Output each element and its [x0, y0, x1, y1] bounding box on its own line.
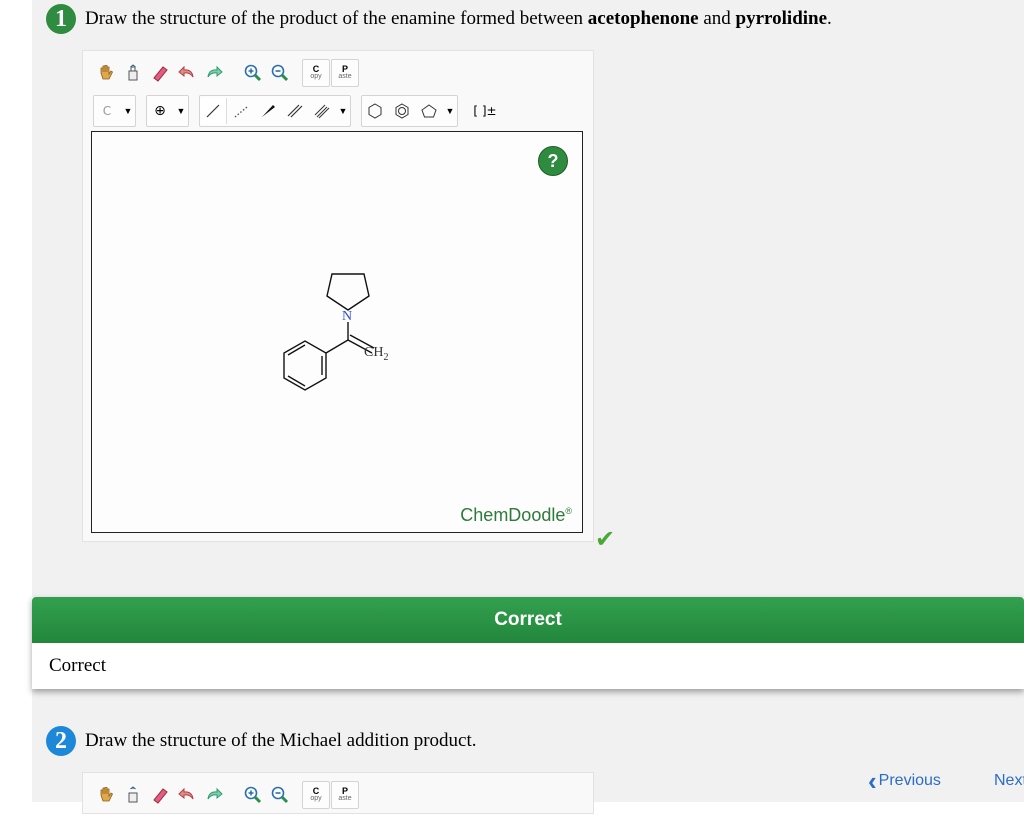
- drawing-canvas[interactable]: ? N CH2 ChemDoodle®: [91, 131, 583, 533]
- structure-editor: C opy P aste C ▼ ⊕ ▼ ▼ ▼ []± ? N CH2 Ch…: [82, 50, 594, 542]
- double-bond-icon[interactable]: [282, 98, 308, 124]
- brand-mark: ®: [565, 506, 572, 516]
- zoom-out-icon[interactable]: [267, 60, 293, 86]
- toolbar-row-1: C opy P aste: [93, 57, 360, 89]
- element-label: C: [102, 104, 112, 118]
- cyclopentane-icon[interactable]: [416, 98, 442, 124]
- question-1-header: 1 Draw the structure of the product of t…: [46, 2, 832, 36]
- redo-icon[interactable]: [201, 782, 227, 808]
- feedback-body: Correct: [32, 643, 1024, 689]
- zoom-in-icon[interactable]: [240, 782, 266, 808]
- zoom-out-icon[interactable]: [267, 782, 293, 808]
- paste-label-rest: aste: [338, 73, 352, 80]
- cyclohexane-icon[interactable]: [362, 98, 388, 124]
- eraser-icon[interactable]: [147, 60, 173, 86]
- chevron-down-icon: ▼: [176, 106, 186, 116]
- atom-ch2-subscript: 2: [383, 352, 388, 363]
- wedge-bond-icon[interactable]: [255, 98, 281, 124]
- chevron-down-icon: ▼: [123, 106, 133, 116]
- pan-hand-icon[interactable]: [93, 782, 119, 808]
- ring-tools: ▼: [361, 95, 458, 127]
- paste-button[interactable]: P aste: [331, 59, 359, 87]
- feedback-header: Correct: [32, 597, 1024, 643]
- paste-button[interactable]: P aste: [331, 781, 359, 809]
- single-bond-icon[interactable]: [200, 98, 227, 124]
- clear-icon[interactable]: [120, 782, 146, 808]
- clear-icon[interactable]: [120, 60, 146, 86]
- molecule-drawing: N CH2: [283, 273, 388, 391]
- next-link[interactable]: Next: [994, 772, 1024, 790]
- atom-ch2: CH2: [364, 345, 388, 363]
- charge-label: ⊕: [154, 103, 166, 119]
- next-label: Next: [994, 772, 1024, 789]
- page-margin: [0, 0, 32, 802]
- checkmark-icon: ✔: [595, 525, 616, 553]
- feedback-panel: Correct Correct: [32, 597, 1024, 689]
- previous-link[interactable]: ‹ Previous: [868, 766, 941, 796]
- previous-label: Previous: [878, 772, 941, 789]
- dashed-bond-icon[interactable]: [228, 98, 254, 124]
- copy-label: C: [312, 786, 320, 796]
- copy-label-rest: opy: [310, 73, 322, 80]
- question-2-header: 2 Draw the structure of the Michael addi…: [46, 724, 477, 758]
- element-selector[interactable]: C ▼: [93, 95, 136, 127]
- benzene-icon[interactable]: [389, 98, 415, 124]
- prompt-text: .: [827, 8, 832, 29]
- charge-selector[interactable]: ⊕ ▼: [146, 95, 189, 127]
- prompt-reagent-1: acetophenone: [587, 8, 699, 29]
- copy-label: C: [312, 64, 320, 74]
- copy-button[interactable]: C opy: [302, 59, 330, 87]
- brand-text: ChemDoodle: [460, 505, 566, 525]
- paste-label: P: [341, 64, 348, 74]
- atom-ch2-label: CH: [364, 345, 383, 360]
- toolbar-row-1: C opy P aste: [93, 779, 360, 811]
- bond-tools: ▼: [199, 95, 351, 127]
- toolbar-row-2: C ▼ ⊕ ▼ ▼ ▼ []±: [93, 95, 503, 127]
- question-number-badge: 1: [46, 4, 76, 34]
- bracket-charge-tool[interactable]: [ ]±: [468, 98, 502, 124]
- atom-nitrogen: N: [342, 309, 352, 324]
- question-2-prompt: Draw the structure of the Michael additi…: [85, 730, 477, 751]
- chevron-left-icon: ‹: [868, 766, 877, 796]
- redo-icon[interactable]: [201, 60, 227, 86]
- question-1-prompt: Draw the structure of the product of the…: [85, 8, 832, 30]
- prompt-text: and: [698, 8, 736, 29]
- undo-icon[interactable]: [174, 782, 200, 808]
- copy-button[interactable]: C opy: [302, 781, 330, 809]
- triple-bond-icon[interactable]: [309, 98, 335, 124]
- chevron-down-icon[interactable]: ▼: [336, 106, 350, 116]
- question-number-badge: 2: [46, 726, 76, 756]
- paste-label: P: [341, 786, 348, 796]
- chemdoodle-logo: ChemDoodle®: [460, 505, 572, 526]
- chevron-down-icon[interactable]: ▼: [443, 106, 457, 116]
- prompt-reagent-2: pyrrolidine: [735, 8, 828, 29]
- prompt-text: Draw the structure of the product of the…: [85, 8, 588, 29]
- pan-hand-icon[interactable]: [93, 60, 119, 86]
- zoom-in-icon[interactable]: [240, 60, 266, 86]
- structure-editor-2: C opy P aste: [82, 772, 594, 814]
- undo-icon[interactable]: [174, 60, 200, 86]
- eraser-icon[interactable]: [147, 782, 173, 808]
